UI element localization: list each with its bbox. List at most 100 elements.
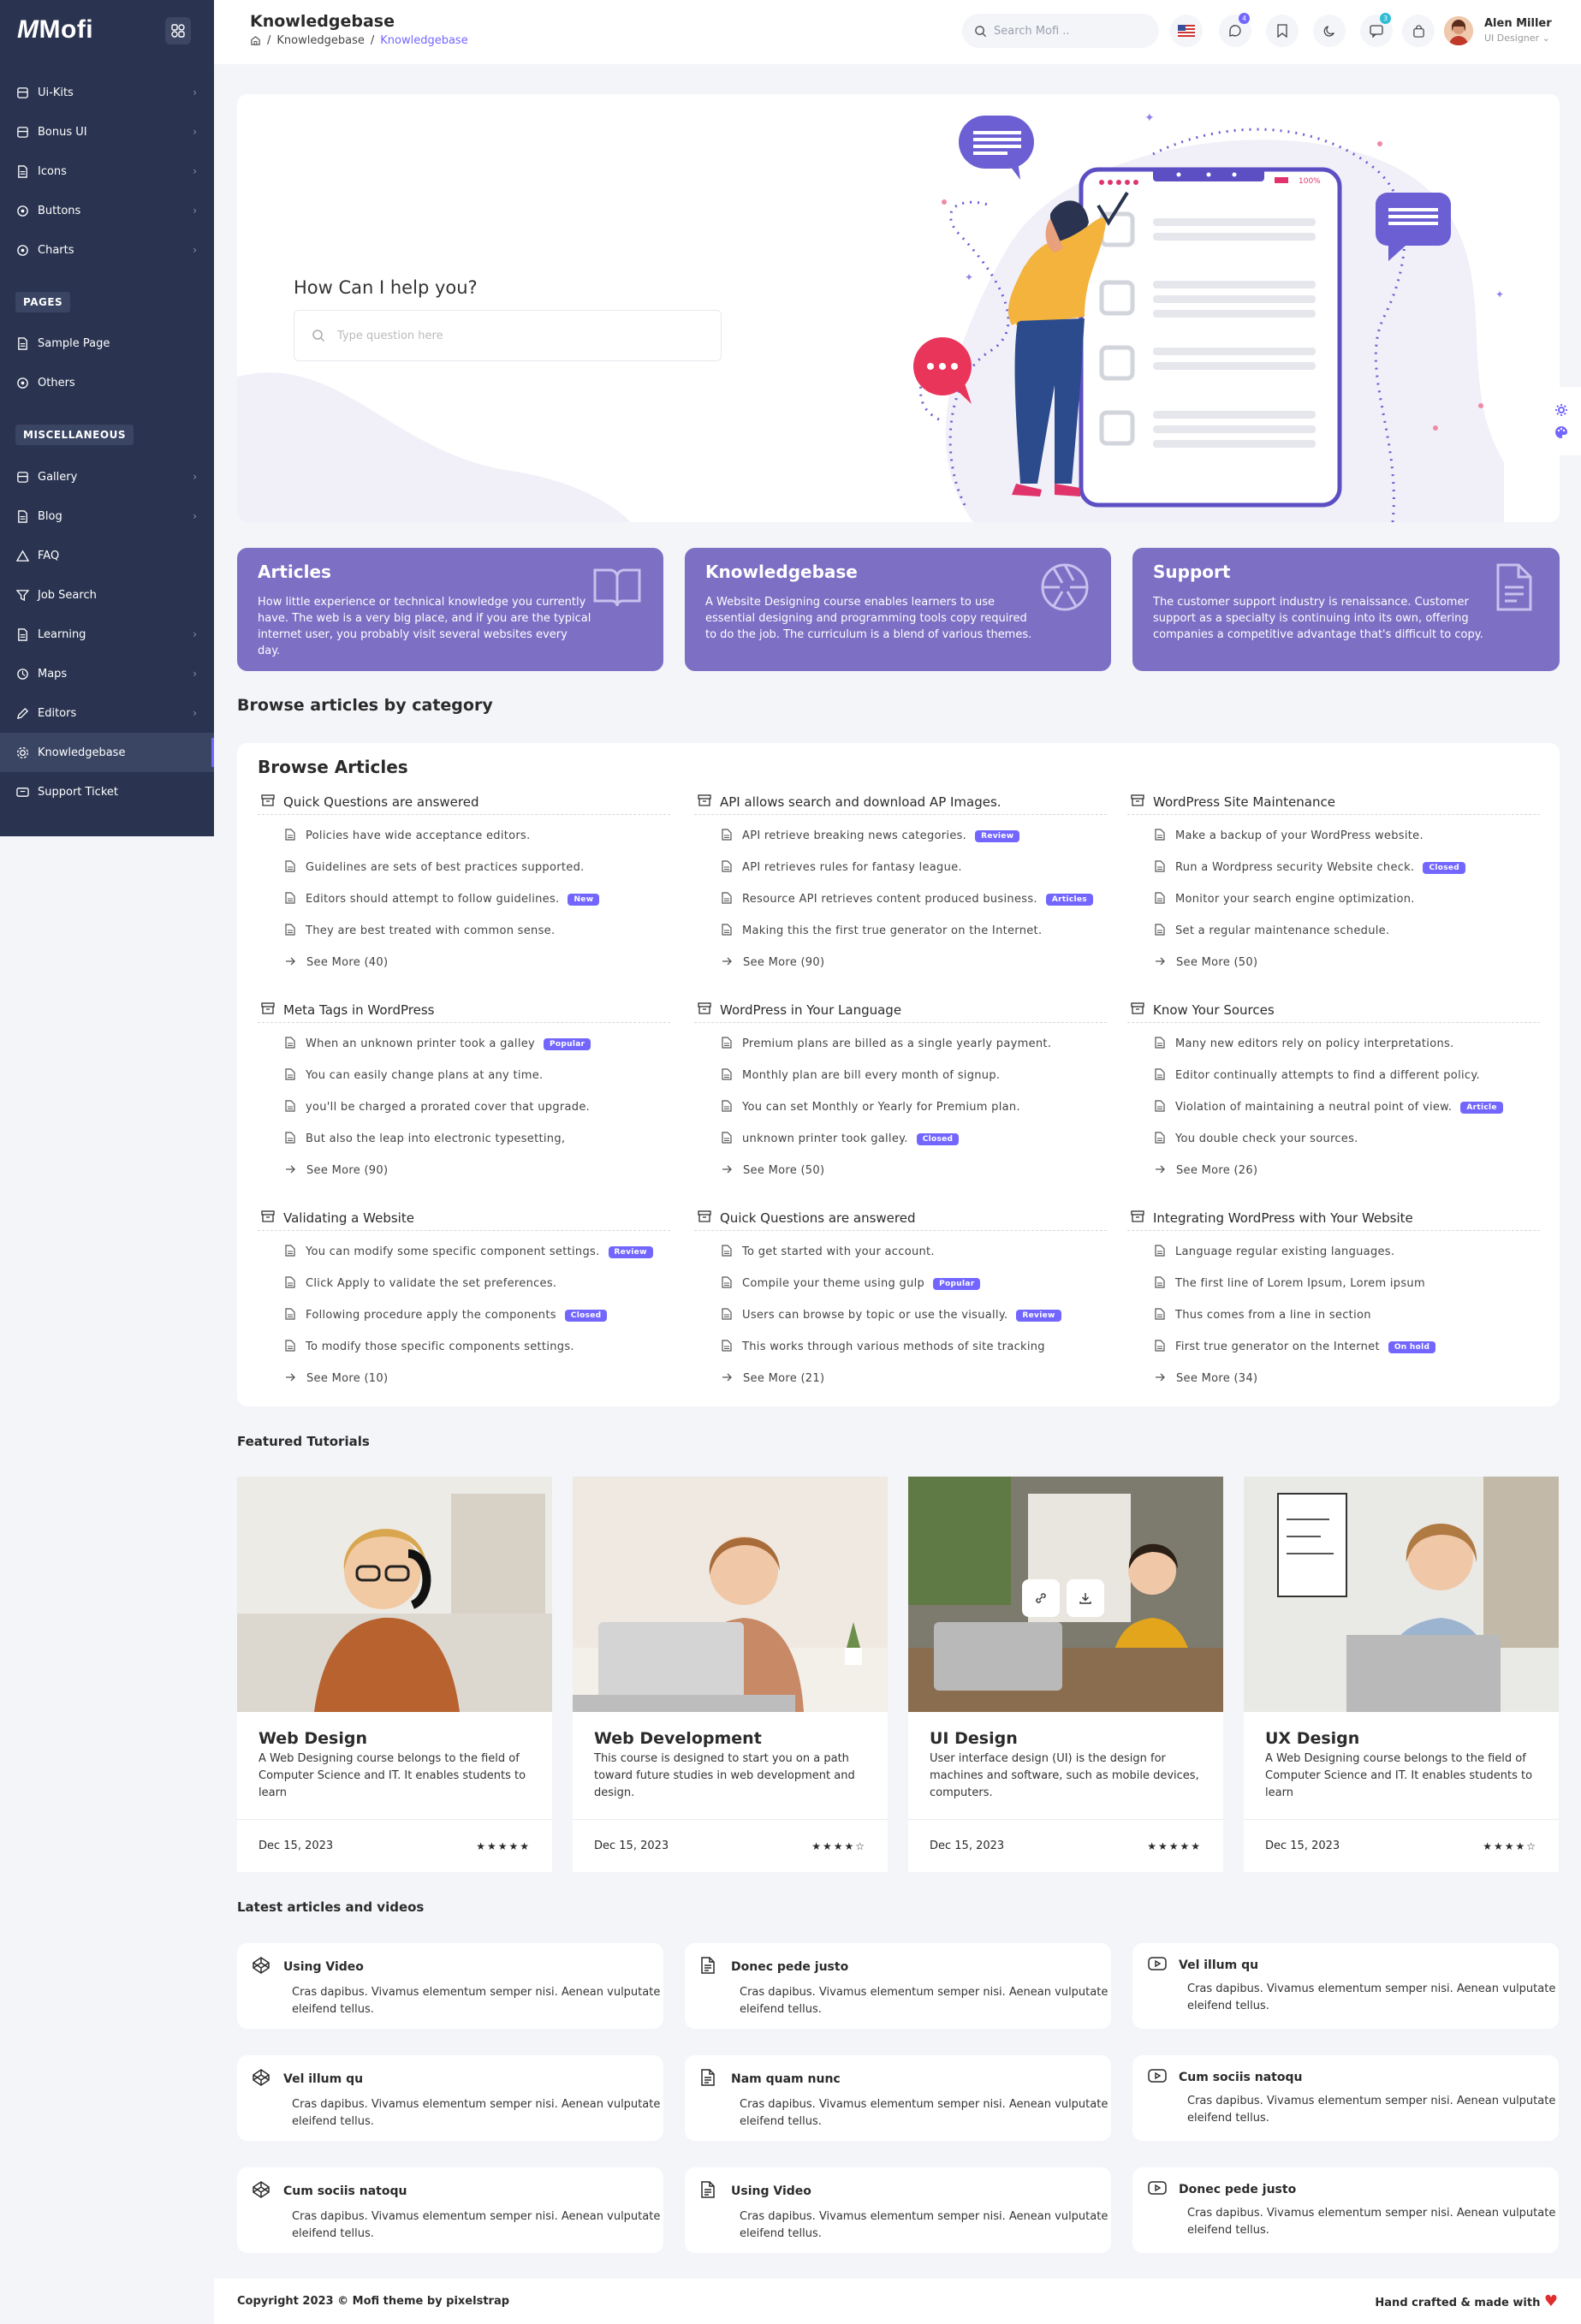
- article-link[interactable]: unknown printer took galley. Closed: [694, 1123, 1107, 1155]
- category-header[interactable]: Meta Tags in WordPress: [258, 997, 670, 1023]
- latest-article-card[interactable]: Donec pede justo Cras dapibus. Vivamus el…: [685, 1943, 1111, 2029]
- sidebar-item-faq[interactable]: FAQ: [0, 536, 214, 575]
- cart-button[interactable]: [1402, 15, 1435, 47]
- article-title[interactable]: Donec pede justo: [731, 1960, 848, 1974]
- article-link[interactable]: Guidelines are sets of best practices su…: [258, 852, 670, 883]
- sidebar-item-knowledgebase[interactable]: Knowledgebase: [0, 733, 214, 772]
- article-link[interactable]: You can modify some specific component s…: [258, 1236, 670, 1268]
- see-more-link[interactable]: See More (10): [258, 1363, 670, 1394]
- see-more-link[interactable]: See More (50): [1127, 947, 1540, 978]
- article-link[interactable]: Run a Wordpress security Website check. C…: [1127, 852, 1540, 883]
- tutorial-image[interactable]: [1244, 1477, 1559, 1712]
- article-link[interactable]: Compile your theme using gulp Popular: [694, 1268, 1107, 1299]
- article-link[interactable]: Monitor your search engine optimization.: [1127, 883, 1540, 915]
- see-more-link[interactable]: See More (50): [694, 1155, 1107, 1186]
- article-link[interactable]: Resource API retrieves content produced …: [694, 883, 1107, 915]
- tutorial-image[interactable]: [573, 1477, 888, 1712]
- sidebar-item-editors[interactable]: Editors ›: [0, 693, 214, 733]
- article-title[interactable]: Vel illum qu: [283, 2072, 363, 2086]
- user-name[interactable]: Alen Miller: [1484, 17, 1552, 30]
- download-button[interactable]: [1067, 1579, 1104, 1617]
- article-link[interactable]: Thus comes from a line in section: [1127, 1299, 1540, 1331]
- grid-toggle-button[interactable]: [165, 17, 191, 45]
- article-title[interactable]: Using Video: [283, 1960, 364, 1974]
- see-more-link[interactable]: See More (34): [1127, 1363, 1540, 1394]
- gear-icon[interactable]: [1554, 403, 1568, 417]
- latest-article-card[interactable]: Using Video Cras dapibus. Vivamus element…: [685, 2167, 1111, 2253]
- article-link[interactable]: You can easily change plans at any time.: [258, 1060, 670, 1091]
- sidebar-item-support-ticket[interactable]: Support Ticket: [0, 772, 214, 811]
- feature-card-knowledgebase[interactable]: Knowledgebase A Website Designing course…: [685, 548, 1111, 671]
- article-link[interactable]: To get started with your account.: [694, 1236, 1107, 1268]
- bookmark-button[interactable]: [1266, 15, 1299, 47]
- article-link[interactable]: Following procedure apply the components…: [258, 1299, 670, 1331]
- latest-article-card[interactable]: Vel illum qu Cras dapibus. Vivamus elemen…: [237, 2055, 663, 2141]
- sidebar-item-sample-page[interactable]: Sample Page: [0, 324, 214, 363]
- latest-article-card[interactable]: Vel illum qu Cras dapibus. Vivamus elemen…: [1132, 1943, 1559, 2029]
- article-link[interactable]: Editor continually attempts to find a di…: [1127, 1060, 1540, 1091]
- tutorial-image[interactable]: [908, 1477, 1223, 1712]
- article-link[interactable]: Users can browse by topic or use the vis…: [694, 1299, 1107, 1331]
- article-title[interactable]: Nam quam nunc: [731, 2072, 841, 2086]
- article-link[interactable]: You double check your sources.: [1127, 1123, 1540, 1155]
- sidebar-item-gallery[interactable]: Gallery ›: [0, 457, 214, 496]
- article-link[interactable]: Make a backup of your WordPress website.: [1127, 820, 1540, 852]
- article-title[interactable]: Donec pede justo: [1179, 2183, 1296, 2196]
- category-header[interactable]: Integrating WordPress with Your Website: [1127, 1205, 1540, 1231]
- article-link[interactable]: API retrieves rules for fantasy league.: [694, 852, 1107, 883]
- latest-article-card[interactable]: Cum sociis natoqu Cras dapibus. Vivamus e…: [237, 2167, 663, 2253]
- tutorial-card[interactable]: UX Design A Web Designing course belongs…: [1244, 1477, 1559, 1872]
- tutorial-card[interactable]: Web Development This course is designed …: [573, 1477, 888, 1872]
- article-link[interactable]: The first line of Lorem Ipsum, Lorem ips…: [1127, 1268, 1540, 1299]
- feature-card-articles[interactable]: Articles How little experience or techni…: [237, 548, 663, 671]
- article-link[interactable]: API retrieve breaking news categories. Re…: [694, 820, 1107, 852]
- category-header[interactable]: Quick Questions are answered: [258, 789, 670, 815]
- article-title[interactable]: Vel illum qu: [1179, 1958, 1258, 1972]
- article-title[interactable]: Using Video: [731, 2184, 811, 2198]
- article-link[interactable]: To modify those specific components sett…: [258, 1331, 670, 1363]
- article-link[interactable]: First true generator on the Internet On h…: [1127, 1331, 1540, 1363]
- article-link[interactable]: Set a regular maintenance schedule.: [1127, 915, 1540, 947]
- latest-article-card[interactable]: Donec pede justo Cras dapibus. Vivamus el…: [1132, 2167, 1559, 2253]
- latest-article-card[interactable]: Cum sociis natoqu Cras dapibus. Vivamus e…: [1132, 2055, 1559, 2141]
- question-search-input[interactable]: Type question here: [294, 310, 722, 361]
- article-link[interactable]: They are best treated with common sense.: [258, 915, 670, 947]
- sidebar-item-charts[interactable]: Charts ›: [0, 230, 214, 270]
- link-button[interactable]: [1022, 1579, 1060, 1617]
- article-link[interactable]: This works through various methods of si…: [694, 1331, 1107, 1363]
- sidebar-item-learning[interactable]: Learning ›: [0, 615, 214, 654]
- article-link[interactable]: Monthly plan are bill every month of sig…: [694, 1060, 1107, 1091]
- sidebar-item-buttons[interactable]: Buttons ›: [0, 191, 214, 230]
- category-header[interactable]: Know Your Sources: [1127, 997, 1540, 1023]
- tutorial-title[interactable]: UX Design: [1265, 1729, 1359, 1748]
- article-link[interactable]: Policies have wide acceptance editors.: [258, 820, 670, 852]
- article-link[interactable]: Editors should attempt to follow guideli…: [258, 883, 670, 915]
- article-link[interactable]: you'll be charged a prorated cover that …: [258, 1091, 670, 1123]
- sidebar-item-bonus-ui[interactable]: Bonus UI ›: [0, 112, 214, 152]
- tutorial-title[interactable]: UI Design: [930, 1729, 1018, 1748]
- category-header[interactable]: Validating a Website: [258, 1205, 670, 1231]
- sidebar-item-others[interactable]: Others: [0, 363, 214, 402]
- sidebar-item-maps[interactable]: Maps ›: [0, 654, 214, 693]
- category-header[interactable]: Quick Questions are answered: [694, 1205, 1107, 1231]
- feature-card-support[interactable]: Support The customer support industry is…: [1132, 548, 1560, 671]
- see-more-link[interactable]: See More (90): [258, 1155, 670, 1186]
- home-icon[interactable]: [250, 35, 261, 46]
- see-more-link[interactable]: See More (40): [258, 947, 670, 978]
- app-logo[interactable]: MMofi: [17, 15, 93, 45]
- search-input[interactable]: Search Mofi ..: [962, 14, 1159, 48]
- palette-icon[interactable]: [1554, 425, 1568, 439]
- user-role[interactable]: UI Designer ⌄: [1484, 33, 1550, 44]
- tutorial-card[interactable]: UI Design User interface design (UI) is …: [908, 1477, 1223, 1872]
- latest-article-card[interactable]: Using Video Cras dapibus. Vivamus element…: [237, 1943, 663, 2029]
- article-title[interactable]: Cum sociis natoqu: [1179, 2071, 1302, 2084]
- messages-button[interactable]: 3: [1360, 13, 1393, 47]
- article-link[interactable]: You can set Monthly or Yearly for Premiu…: [694, 1091, 1107, 1123]
- see-more-link[interactable]: See More (90): [694, 947, 1107, 978]
- article-link[interactable]: But also the leap into electronic typese…: [258, 1123, 670, 1155]
- user-avatar[interactable]: [1444, 16, 1473, 45]
- category-header[interactable]: WordPress in Your Language: [694, 997, 1107, 1023]
- tutorial-card[interactable]: Web Design A Web Designing course belong…: [237, 1477, 552, 1872]
- language-flag-button[interactable]: [1170, 15, 1203, 47]
- category-header[interactable]: API allows search and download AP Images…: [694, 789, 1107, 815]
